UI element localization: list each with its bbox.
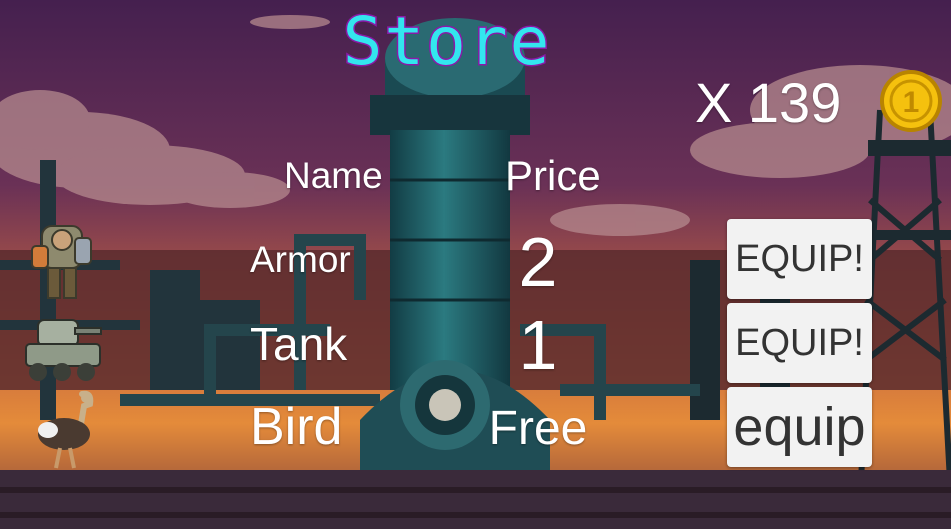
item-name-bird: Bird xyxy=(250,398,343,456)
gold-coin-icon: 1 xyxy=(880,70,942,132)
coin-glyph: 1 xyxy=(903,86,920,119)
item-price-armor: 2 xyxy=(518,223,558,301)
equip-bird-button-label: equip xyxy=(733,397,866,457)
column-header-name: Name xyxy=(284,155,383,196)
equip-tank-button[interactable]: EQUIP! xyxy=(727,303,872,383)
ostrich-sprite xyxy=(38,390,94,469)
equip-tank-button-label: EQUIP! xyxy=(735,321,864,364)
column-header-price: Price xyxy=(505,152,601,199)
store-title-text: Store xyxy=(343,6,552,76)
item-name-tank: Tank xyxy=(250,318,348,370)
item-name-armor: Armor xyxy=(250,239,351,280)
tank-sprite xyxy=(25,319,102,381)
equip-armor-button-label: EQUIP! xyxy=(735,237,864,280)
equip-bird-button[interactable]: equip xyxy=(727,387,872,467)
armored-soldier-sprite xyxy=(31,225,92,299)
item-price-bird: Free xyxy=(488,402,588,455)
store-title: Store xyxy=(341,6,552,76)
item-price-tank: 1 xyxy=(518,306,558,384)
coin-count: X 139 xyxy=(695,71,842,134)
equip-armor-button[interactable]: EQUIP! xyxy=(727,219,872,299)
